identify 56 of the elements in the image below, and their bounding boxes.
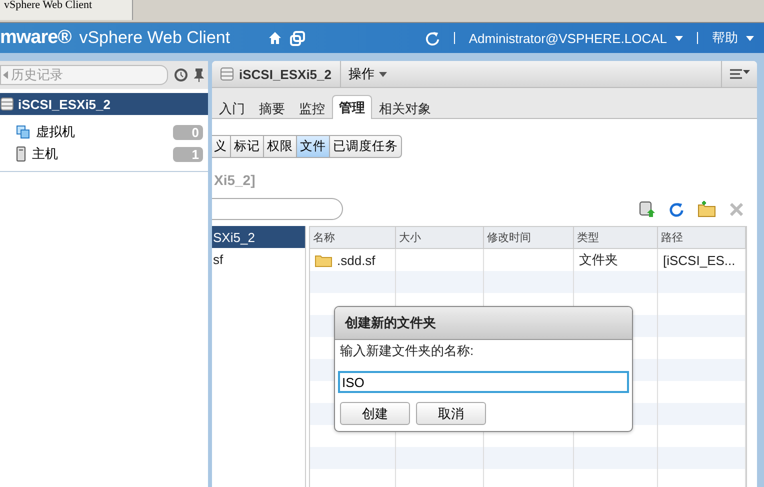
dialog-title: 创建新的文件夹	[335, 307, 632, 340]
tab[interactable]: 入门	[212, 97, 252, 119]
sub-tab[interactable]: 义	[212, 135, 231, 158]
folder-icon	[315, 254, 332, 266]
inventory-object[interactable]: iSCSI_ESXi5_2	[0, 93, 208, 115]
tree-item[interactable]: SXi5_2	[212, 226, 305, 248]
caret-icon	[378, 72, 386, 76]
left-arrow-icon	[3, 71, 8, 79]
logo: mware®	[0, 27, 72, 49]
search-field[interactable]	[212, 198, 343, 220]
sidebar-item[interactable]: 主机	[32, 145, 167, 163]
count-badge: 1	[173, 146, 203, 162]
home-icon[interactable]	[268, 31, 282, 45]
actions-menu[interactable]: 操作	[340, 65, 394, 83]
column-header[interactable]: 路径	[658, 227, 746, 249]
column-header[interactable]: 大小	[396, 227, 484, 249]
windows-icon[interactable]	[290, 30, 306, 46]
database-icon	[0, 97, 14, 111]
server-icon	[16, 146, 26, 162]
folder-name-field[interactable]: ISO	[338, 371, 629, 393]
table-cell: 文件夹	[579, 251, 618, 269]
stacked-squares-icon	[16, 125, 30, 139]
tree-item[interactable]: sf	[212, 248, 305, 270]
tab[interactable]: 摘要	[252, 97, 292, 119]
menu-icon	[730, 68, 750, 78]
tab[interactable]: 管理	[332, 95, 372, 119]
table-cell: [iSCSI_ES...	[663, 252, 736, 268]
user-menu[interactable]: Administrator@VSPHERE.LOCAL	[468, 30, 667, 46]
caret-icon	[675, 36, 683, 40]
object-title: iSCSI_ESXi5_2	[239, 66, 332, 82]
history-icon[interactable]	[174, 68, 188, 82]
count-badge: 0	[173, 124, 203, 140]
caret-icon	[746, 36, 754, 40]
tab[interactable]: 监控	[292, 97, 332, 119]
tab[interactable]: 相关对象	[372, 97, 438, 119]
browser-tab-title[interactable]: vSphere Web Client	[0, 0, 134, 20]
sub-tab[interactable]: 文件	[296, 135, 330, 158]
sub-tab[interactable]: 已调度任务	[329, 135, 402, 158]
sidebar-item[interactable]: 虚拟机	[36, 123, 167, 141]
new-folder-icon[interactable]	[698, 201, 716, 217]
datastore-upload-icon[interactable]	[639, 201, 655, 217]
datastore-icon	[220, 67, 234, 81]
dialog-button[interactable]: 取消	[416, 402, 486, 425]
table-cell: .sdd.sf	[337, 252, 376, 268]
dialog-button[interactable]: 创建	[340, 402, 410, 425]
help-menu[interactable]: 帮助	[712, 29, 738, 47]
column-header[interactable]: 类型	[574, 227, 658, 249]
refresh-icon[interactable]	[669, 202, 684, 216]
dialog-prompt: 输入新建文件夹的名称:	[339, 342, 475, 360]
sub-tab[interactable]: 权限	[263, 135, 297, 158]
product-name: vSphere Web Client	[79, 28, 230, 48]
sub-tab[interactable]: 标记	[230, 135, 264, 158]
pin-icon[interactable]	[194, 68, 204, 82]
section-title: Xi5_2]	[214, 172, 256, 188]
column-header[interactable]: 名称	[310, 227, 396, 249]
column-header[interactable]: 修改时间	[484, 227, 574, 249]
